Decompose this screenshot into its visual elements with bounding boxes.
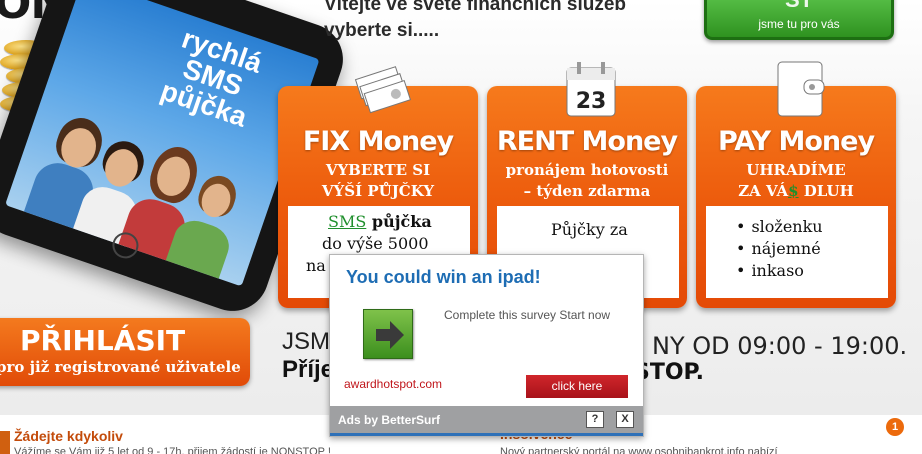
ad-brand: Ads by BetterSurf	[338, 413, 441, 427]
calendar-icon: 23	[566, 62, 616, 117]
card-title: FIX Money	[302, 126, 454, 157]
card-title: RENT Money	[496, 126, 678, 157]
card-subtitle-line-2: VÝŠÍ PŮJČKY	[321, 182, 435, 200]
card-subtitle-text: DLUH	[798, 182, 854, 200]
ad-domain[interactable]: awardhotspot.com	[344, 377, 442, 391]
card-pay-money[interactable]: PAY Money UHRADÍME ZA VÁ$ DLUH složenku …	[696, 61, 896, 308]
close-icon[interactable]: X	[616, 411, 634, 428]
hours-left-line-2: Příje	[282, 356, 335, 383]
ad-click-button[interactable]: click here	[526, 375, 628, 398]
news-right-text: Nový partnerský portál na www.osobnibank…	[500, 446, 778, 454]
login-sublabel: pro již registrované uživatele	[0, 358, 241, 376]
ad-title[interactable]: You could win an ipad!	[346, 267, 541, 288]
login-label: PŘIHLÁSIT	[20, 324, 186, 357]
card-subtitle-line-1: pronájem hotovosti	[505, 161, 669, 179]
headline-line-2: vyberte si.....	[324, 20, 440, 41]
login-button[interactable]: PŘIHLÁSIT pro již registrované uživatele	[0, 318, 250, 386]
card-subtitle-text: ZA VÁ	[738, 182, 789, 200]
card-body: složenku nájemné inkaso	[706, 206, 888, 298]
card-body-line-1: Půjčky za	[551, 220, 628, 239]
help-icon[interactable]: ?	[586, 411, 604, 428]
contact-button-label: jsme tu pro vás	[758, 17, 840, 31]
headline-line-1: Vítejte ve světě finančních služeb	[324, 0, 626, 15]
list-item: složenku	[736, 216, 822, 238]
notification-badge[interactable]: 1	[886, 418, 904, 436]
wallet-icon	[777, 61, 825, 117]
contact-button[interactable]: ST jsme tu pro vás	[704, 0, 894, 40]
card-subtitle-line-1: UHRADÍME	[746, 161, 846, 179]
card-subtitle: pronájem hotovosti – týden zdarma	[487, 160, 687, 202]
news-left-text: Vážíme se Vám již 5 let od 9 - 17h, přij…	[14, 446, 331, 454]
card-subtitle: VYBERTE SI VÝŠÍ PŮJČKY	[278, 160, 478, 202]
banknotes-icon	[354, 66, 412, 114]
phone-screen: rychlá SMS půjčka	[5, 0, 320, 287]
card-subtitle-line-2: – týden zdarma	[523, 182, 651, 200]
calendar-day: 23	[576, 89, 607, 114]
headline: Vítejte ve světě finančních služeb vyber…	[324, 0, 626, 44]
ad-text: Complete this survey Start now	[444, 308, 611, 322]
card-subtitle: UHRADÍME ZA VÁ$ DLUH	[696, 160, 896, 202]
arrow-right-icon[interactable]	[363, 309, 413, 359]
card-body-text: půjčka	[366, 212, 432, 231]
card-subtitle-line-2: ZA VÁ$ DLUH	[696, 181, 896, 202]
payment-list: složenku nájemné inkaso	[736, 216, 823, 282]
hours-right-line-2: STOP.	[634, 360, 704, 385]
sms-link[interactable]: SMS	[328, 212, 366, 231]
ad-footer: Ads by BetterSurf ? X	[330, 406, 643, 436]
card-body-line-3: na	[306, 256, 326, 275]
news-icon	[0, 431, 10, 454]
list-item: inkaso	[736, 260, 823, 282]
news-left-title[interactable]: Žádejte kdykoliv	[14, 428, 123, 444]
card-title: PAY Money	[717, 126, 875, 157]
contact-button-partial: ST	[707, 0, 891, 13]
card-body-line-1: SMS půjčka	[328, 212, 432, 231]
phone-screen-text: rychlá SMS půjčka	[156, 22, 267, 133]
card-subtitle-line-1: VYBERTE SI	[325, 161, 431, 179]
hours-right-line-1: NY OD 09:00 - 19:00.	[652, 332, 908, 360]
list-item: nájemné	[736, 238, 823, 260]
card-body-line-2: do výše 5000	[322, 234, 429, 253]
dollar-link[interactable]: $	[788, 182, 798, 200]
popup-ad: You could win an ipad! Complete this sur…	[329, 254, 644, 437]
